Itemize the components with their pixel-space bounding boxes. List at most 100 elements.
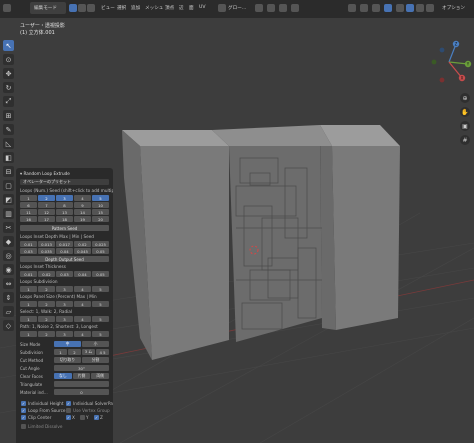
pattern-seed-field[interactable]: Pattern Seed [20,225,109,231]
subdivision-value[interactable]: 2 [38,286,55,292]
menu-vertex[interactable]: 頂点 [165,5,174,11]
clip-y-checkbox[interactable] [80,415,85,420]
panel-size-value[interactable]: 4 [74,301,91,307]
pan-hand-icon[interactable]: ✋ [460,107,470,117]
depth-value[interactable]: 0.01 [20,241,37,247]
loop-count-button[interactable]: 8 [56,202,73,208]
depth-value[interactable]: 0.045 [74,248,91,254]
vertex-select-icon[interactable] [69,4,77,12]
inset-tool-icon[interactable]: ▢ [3,180,14,191]
property-value-button[interactable]: 片側 [72,373,91,379]
knife-tool-icon[interactable]: ✂ [3,222,14,233]
thickness-value[interactable]: 0.01 [20,271,37,277]
loop-count-button[interactable]: 10 [92,202,109,208]
clip-z-checkbox[interactable]: ✓ [94,415,99,420]
menu-face[interactable]: 面 [189,5,194,11]
property-value-button[interactable]: 両側 [91,373,110,379]
loop-count-button[interactable]: 9 [74,202,91,208]
loop-count-button[interactable]: 19 [74,216,91,222]
property-value-button[interactable]: 分割 [82,357,109,363]
loop-count-button[interactable]: 18 [56,216,73,222]
depth-seed-field[interactable]: Depth Output Seed [20,256,109,262]
loop-count-button[interactable]: 20 [92,216,109,222]
depth-value[interactable]: 0.05 [92,248,109,254]
depth-value[interactable]: 0.02 [74,241,91,247]
panel-size-value[interactable]: 1 [20,301,37,307]
poly-build-tool-icon[interactable]: ◆ [3,236,14,247]
menu-add[interactable]: 追加 [131,5,140,11]
depth-value[interactable]: 0.03 [20,248,37,254]
path-mode-value[interactable]: 1 [20,331,37,337]
menu-mesh[interactable]: メッシュ [145,5,163,11]
shear-tool-icon[interactable]: ▱ [3,306,14,317]
menu-uv[interactable]: UV [199,5,206,10]
depth-value[interactable]: 0.025 [92,241,109,247]
mirror-icon[interactable] [291,4,299,12]
loop-count-button[interactable]: 14 [74,209,91,215]
subdivision-value[interactable]: 1 [20,286,37,292]
property-value-button[interactable]: 小 [82,341,109,347]
loop-count-button[interactable]: 6 [20,202,37,208]
move-tool-icon[interactable]: ✥ [3,68,14,79]
path-mode-value[interactable]: 4 [74,331,91,337]
xray-icon[interactable] [384,4,392,12]
gizmo-toggle-icon[interactable] [360,4,368,12]
grid-view-icon[interactable]: # [460,135,470,145]
individual-height-checkbox[interactable]: ✓ [21,401,26,406]
navigation-gizmo[interactable]: Z Y X [426,40,472,84]
loop-count-button[interactable]: 17 [38,216,55,222]
loop-from-source-checkbox[interactable]: ✓ [21,408,26,413]
clip-center-checkbox[interactable]: ✓ [21,415,26,420]
proportional-edit-icon[interactable] [279,4,287,12]
property-value-button[interactable]: 1 [54,349,67,355]
shrink-fatten-tool-icon[interactable]: ⇕ [3,292,14,303]
extrude-tool-icon[interactable]: ⊟ [3,166,14,177]
zoom-icon[interactable]: ⊕ [460,93,470,103]
subdivision-value[interactable]: 5 [92,286,109,292]
loop-count-button[interactable]: 7 [38,202,55,208]
face-select-icon[interactable] [87,4,95,12]
loop-count-button[interactable]: 4 [74,195,91,201]
loop-cut-tool-icon[interactable]: ▥ [3,208,14,219]
panel-size-value[interactable]: 3 [56,301,73,307]
operator-panel[interactable]: ▾ Random Loop Extrude オペレーターのプリセット Loops… [16,168,113,443]
visibility-icon[interactable] [348,4,356,12]
smooth-tool-icon[interactable]: ◉ [3,264,14,275]
property-value-button[interactable] [54,381,109,387]
cursor-tool-icon[interactable]: ⊙ [3,54,14,65]
preset-select[interactable]: オペレーターのプリセット [20,179,109,185]
clip-x-checkbox[interactable]: ✓ [66,415,71,420]
loop-count-button[interactable]: 12 [38,209,55,215]
depth-value[interactable]: 0.035 [38,248,55,254]
menu-edge[interactable]: 辺 [179,5,184,11]
solid-shading-icon[interactable] [406,4,414,12]
property-value-button[interactable]: 3 ム [82,349,95,355]
path-mode-value[interactable]: 3 [56,331,73,337]
loop-count-button[interactable]: 2 [38,195,55,201]
material-shading-icon[interactable] [416,4,424,12]
loop-count-button[interactable]: 16 [20,216,37,222]
property-value-button[interactable]: 中 [54,341,81,347]
property-value-button[interactable]: 2 [68,349,81,355]
thickness-value[interactable]: 0.04 [74,271,91,277]
transform-orientation-label[interactable]: グロー… [228,5,246,11]
options-menu[interactable]: オプション [442,5,465,11]
edge-select-icon[interactable] [78,4,86,12]
thickness-value[interactable]: 0.05 [92,271,109,277]
spin-tool-icon[interactable]: ◎ [3,250,14,261]
menu-view[interactable]: ビュー [101,5,115,11]
limited-dissolve-checkbox[interactable] [21,424,26,429]
bevel-tool-icon[interactable]: ◩ [3,194,14,205]
individual-solverpath-checkbox[interactable]: ✓ [66,401,71,406]
menu-select[interactable]: 選択 [117,5,126,11]
editor-type-icon[interactable] [3,4,11,12]
edge-slide-tool-icon[interactable]: ⇔ [3,278,14,289]
loop-count-button[interactable]: 13 [56,209,73,215]
loop-count-button[interactable]: 5 [92,195,109,201]
panel-size-value[interactable]: 5 [92,301,109,307]
rip-tool-icon[interactable]: ◇ [3,320,14,331]
thickness-value[interactable]: 0.03 [56,271,73,277]
measure-tool-icon[interactable]: ◺ [3,138,14,149]
depth-value[interactable]: 0.013 [38,241,55,247]
select-mode-value[interactable]: 1 [20,316,37,322]
